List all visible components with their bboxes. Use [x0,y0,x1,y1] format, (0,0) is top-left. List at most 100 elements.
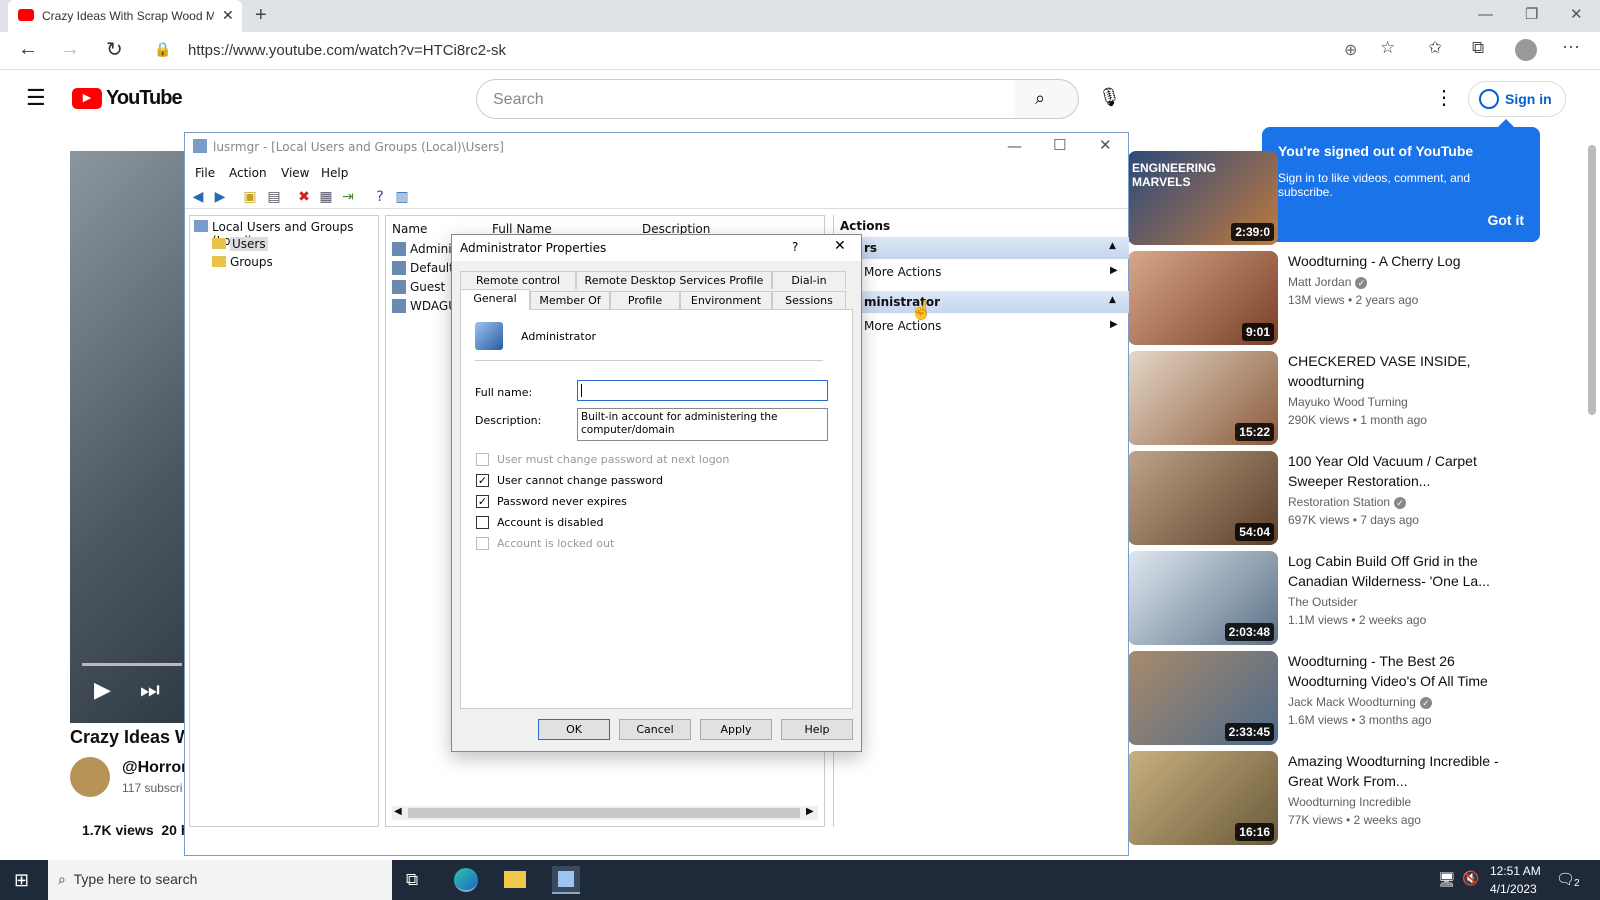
tab-sessions[interactable]: Sessions [772,291,846,309]
close-icon[interactable]: ✕ [834,238,846,254]
actions-group-users[interactable]: rs ▲ [834,237,1129,259]
recommendation-item[interactable]: 9:01 Woodturning - A Cherry Log Matt Jor… [1128,251,1588,345]
recommendation-item[interactable]: 2:33:45 Woodturning - The Best 26 Woodtu… [1128,651,1588,745]
channel-avatar[interactable] [70,757,110,797]
more-icon[interactable]: ··· [1562,36,1580,57]
clock-time[interactable]: 12:51 AM [1490,864,1541,878]
recommendation-title[interactable]: CHECKERED VASE INSIDE, woodturning [1288,351,1508,391]
taskbar-search-input[interactable]: ⌕ Type here to search [48,860,392,900]
maximize-icon[interactable]: ☐ [1053,136,1066,154]
video-thumbnail[interactable]: 15:22 [1128,351,1278,445]
recommendation-channel[interactable]: The Outsider [1288,595,1357,609]
lusrmgr-taskbar-icon[interactable] [552,866,580,894]
add-icon[interactable]: ⊕ [1344,40,1357,60]
clock-date[interactable]: 4/1/2023 [1490,882,1537,896]
restore-icon[interactable]: ❐ [1525,5,1538,23]
page-scrollbar[interactable] [1588,145,1596,415]
search-input[interactable]: Search [476,79,1016,119]
recommendation-item[interactable]: 2:03:48 Log Cabin Build Off Grid in the … [1128,551,1588,645]
network-icon[interactable]: 🖥 [1438,871,1456,888]
minimize-icon[interactable]: — [1007,137,1022,155]
more-actions-item[interactable]: More Actions ▶ [864,265,1124,285]
close-tab-icon[interactable]: ✕ [222,7,234,24]
close-window-icon[interactable]: ✕ [1570,5,1583,23]
table-row[interactable]: Guest [410,280,445,294]
cannot-change-password-checkbox[interactable]: ✓ [476,474,489,487]
back-icon[interactable]: ← [18,38,38,61]
delete-icon[interactable]: ✖ [295,188,313,206]
recommendation-item[interactable]: 54:04 100 Year Old Vacuum / Carpet Sweep… [1128,451,1588,545]
video-thumbnail[interactable]: 54:04 [1128,451,1278,545]
properties-icon[interactable]: ▦ [317,188,335,206]
tab-member-of[interactable]: Member Of [530,291,610,309]
search-button[interactable]: ⌕ [1015,79,1079,119]
recommendation-item[interactable]: ENGINEERING MARVELS 2:39:0 [1128,151,1588,245]
export-list-icon[interactable]: ⇥ [339,188,357,206]
account-locked-out-checkbox[interactable] [476,537,489,550]
video-thumbnail[interactable]: 2:33:45 [1128,651,1278,745]
recommendation-title[interactable]: Log Cabin Build Off Grid in the Canadian… [1288,551,1508,591]
column-name[interactable]: Name [392,222,427,236]
refresh-icon[interactable]: ↻ [106,37,123,62]
progress-bar[interactable] [82,663,182,666]
profile-avatar-icon[interactable] [1515,39,1537,61]
close-window-icon[interactable]: ✕ [1099,136,1112,154]
help-button[interactable]: Help [781,719,853,740]
forward-arrow-icon[interactable]: ▶ [211,188,229,206]
tree-groups[interactable]: Groups [230,255,273,269]
menu-help[interactable]: Help [321,166,348,180]
actions-group-administrator[interactable]: ministrator ▲ [834,291,1129,313]
menu-view[interactable]: View [281,166,309,180]
menu-file[interactable]: File [195,166,215,180]
recommendation-channel[interactable]: Jack Mack Woodturning ✓ [1288,695,1432,709]
file-explorer-icon[interactable] [504,871,526,888]
notifications-icon[interactable]: 🗨 [1556,870,1575,888]
recommendation-item[interactable]: 15:22 CHECKERED VASE INSIDE, woodturning… [1128,351,1588,445]
hamburger-menu-icon[interactable]: ☰ [26,85,46,111]
apply-button[interactable]: Apply [700,719,772,740]
youtube-logo[interactable]: ▶ YouTube [72,87,183,110]
url-field[interactable]: 🔒 https://www.youtube.com/watch?v=HTCi8r… [150,35,1340,67]
recommendation-channel[interactable]: Restoration Station ✓ [1288,495,1407,509]
play-icon[interactable]: ▶ [94,677,111,703]
recommendation-title[interactable]: Woodturning - A Cherry Log [1288,251,1508,271]
video-thumbnail[interactable]: ENGINEERING MARVELS 2:39:0 [1128,151,1278,245]
favorite-star-icon[interactable]: ☆ [1380,38,1395,58]
recommendation-item[interactable]: 16:16 Amazing Woodturning Incredible - G… [1128,751,1588,845]
tab-remote-desktop-profile[interactable]: Remote Desktop Services Profile [576,271,772,289]
video-thumbnail[interactable]: 2:03:48 [1128,551,1278,645]
next-icon[interactable]: ⏭ [140,677,160,703]
action-pane-icon[interactable]: ▥ [393,188,411,206]
description-field[interactable]: Built-in account for administering the c… [577,408,828,441]
browser-tab[interactable]: Crazy Ideas With Scrap Wood M ✕ [8,0,242,32]
scroll-right-icon[interactable]: ▶ [806,806,814,817]
menu-action[interactable]: Action [229,166,267,180]
collections-icon[interactable]: ⧉ [1472,38,1484,58]
edge-browser-icon[interactable] [454,868,478,892]
scroll-left-icon[interactable]: ◀ [394,806,402,817]
recommendation-channel[interactable]: Matt Jordan ✓ [1288,275,1368,289]
recommendation-title[interactable]: Woodturning - The Best 26 Woodturning Vi… [1288,651,1508,691]
help-icon[interactable]: ? [792,240,798,254]
settings-kebab-icon[interactable]: ⋮ [1434,85,1454,110]
table-row[interactable]: WDAGU [410,299,457,313]
task-view-icon[interactable]: ⧉ [406,870,418,890]
recommendation-channel[interactable]: Woodturning Incredible [1288,795,1411,809]
more-actions-item[interactable]: More Actions ▶ [864,319,1124,339]
tab-general[interactable]: General [460,289,530,310]
tab-remote-control[interactable]: Remote control [460,271,576,289]
new-tab-icon[interactable]: + [255,4,267,27]
password-never-expires-checkbox[interactable]: ✓ [476,495,489,508]
ok-button[interactable]: OK [538,719,610,740]
tab-environment[interactable]: Environment [680,291,772,309]
account-disabled-checkbox[interactable] [476,516,489,529]
volume-muted-icon[interactable]: 🔇 [1462,870,1479,887]
tab-dial-in[interactable]: Dial-in [772,271,846,289]
microphone-icon[interactable]: 🎙 [1098,87,1121,108]
back-arrow-icon[interactable]: ◀ [189,188,207,206]
video-player[interactable]: ▶ ⏭ [70,151,188,723]
favorites-icon[interactable]: ✩ [1428,38,1442,58]
must-change-password-checkbox[interactable] [476,453,489,466]
up-folder-icon[interactable]: ▣ [241,188,259,206]
recommendation-channel[interactable]: Mayuko Wood Turning [1288,395,1408,409]
